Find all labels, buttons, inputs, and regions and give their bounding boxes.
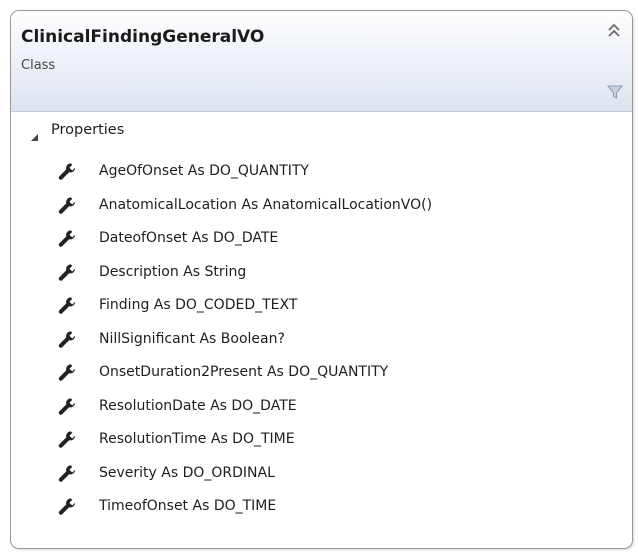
class-kind: Class bbox=[21, 58, 56, 73]
property-label: OnsetDuration2Present As DO_QUANTITY bbox=[99, 364, 389, 380]
property-item[interactable]: ResolutionDate As DO_DATE bbox=[11, 392, 632, 426]
property-label: TimeofOnset As DO_TIME bbox=[99, 498, 277, 514]
property-item[interactable]: ResolutionTime As DO_TIME bbox=[11, 425, 632, 459]
wrench-icon bbox=[58, 430, 77, 449]
property-item[interactable]: Finding As DO_CODED_TEXT bbox=[11, 291, 632, 325]
wrench-icon bbox=[58, 296, 77, 315]
property-item[interactable]: Description As String bbox=[11, 258, 632, 292]
property-label: AgeOfOnset As DO_QUANTITY bbox=[99, 163, 309, 179]
property-item[interactable]: NillSignificant As Boolean? bbox=[11, 325, 632, 359]
class-shape[interactable]: ClinicalFindingGeneralVO Class Propertie… bbox=[10, 10, 633, 549]
property-label: Finding As DO_CODED_TEXT bbox=[99, 297, 298, 313]
class-name: ClinicalFindingGeneralVO bbox=[21, 27, 265, 47]
wrench-icon bbox=[58, 464, 77, 483]
property-item[interactable]: Severity As DO_ORDINAL bbox=[11, 459, 632, 493]
property-label: ResolutionTime As DO_TIME bbox=[99, 431, 295, 447]
section-title: Properties bbox=[51, 122, 125, 138]
wrench-icon bbox=[58, 397, 77, 416]
wrench-icon bbox=[58, 330, 77, 349]
double-chevron-up-icon[interactable] bbox=[604, 21, 624, 41]
wrench-icon bbox=[58, 162, 77, 181]
property-label: Description As String bbox=[99, 263, 247, 280]
property-label: DateofOnset As DO_DATE bbox=[99, 230, 279, 246]
properties-section: Properties AgeOfOnset As DO_QUANTITY Ana… bbox=[11, 119, 632, 515]
property-label: NillSignificant As Boolean? bbox=[99, 330, 285, 347]
wrench-icon bbox=[58, 497, 77, 516]
property-item[interactable]: OnsetDuration2Present As DO_QUANTITY bbox=[11, 358, 632, 392]
property-item[interactable]: DateofOnset As DO_DATE bbox=[11, 224, 632, 258]
property-item[interactable]: TimeofOnset As DO_TIME bbox=[11, 492, 632, 526]
property-label: ResolutionDate As DO_DATE bbox=[99, 397, 297, 414]
wrench-icon bbox=[58, 263, 77, 282]
property-item[interactable]: AgeOfOnset As DO_QUANTITY bbox=[11, 157, 632, 191]
filter-icon[interactable] bbox=[606, 83, 624, 101]
wrench-icon bbox=[58, 229, 77, 248]
property-label: AnatomicalLocation As AnatomicalLocation… bbox=[99, 196, 433, 213]
properties-list: AgeOfOnset As DO_QUANTITY AnatomicalLoca… bbox=[11, 157, 632, 526]
wrench-icon bbox=[58, 363, 77, 382]
expanded-triangle-icon[interactable] bbox=[30, 128, 40, 141]
class-header[interactable]: ClinicalFindingGeneralVO Class bbox=[11, 11, 632, 112]
properties-section-header[interactable]: Properties bbox=[11, 119, 632, 145]
property-label: Severity As DO_ORDINAL bbox=[99, 464, 275, 481]
property-item[interactable]: AnatomicalLocation As AnatomicalLocation… bbox=[11, 191, 632, 225]
wrench-icon bbox=[58, 196, 77, 215]
